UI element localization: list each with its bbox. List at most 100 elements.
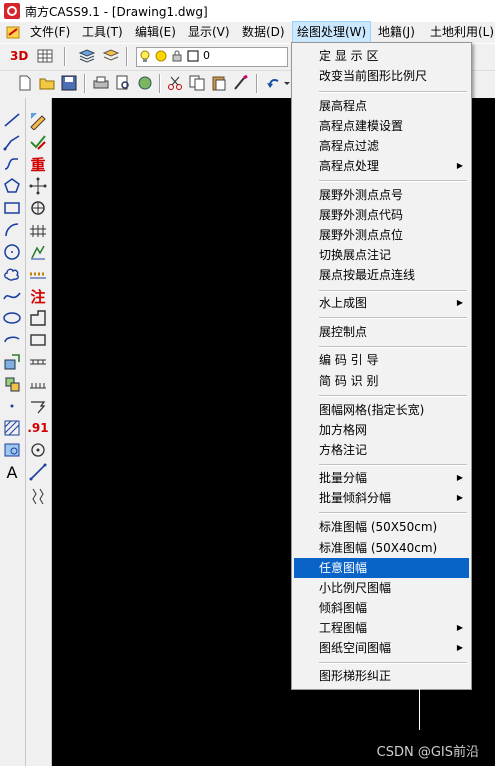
hatch-tool-icon[interactable] xyxy=(2,418,22,438)
rectangle-tool-icon[interactable] xyxy=(2,198,22,218)
menu-item-code-guide[interactable]: 编 码 引 导 xyxy=(294,350,469,370)
menu-item-standard-sheet-50x40[interactable]: 标准图幅 (50X40cm) xyxy=(294,538,469,558)
save-icon[interactable] xyxy=(60,74,78,92)
menu-item-batch-sheets[interactable]: 批量分幅 ▶ xyxy=(294,468,469,488)
menu-item-plot-point-numbers[interactable]: 展野外测点点号 xyxy=(294,185,469,205)
menu-item-elevation-model-settings[interactable]: 高程点建模设置 xyxy=(294,116,469,136)
annotation-label-button[interactable]: 注 xyxy=(28,286,48,306)
match-properties-icon[interactable] xyxy=(232,74,250,92)
line-tool-icon[interactable] xyxy=(2,110,22,130)
slope-line-icon[interactable] xyxy=(28,462,48,482)
open-folder-icon[interactable] xyxy=(38,74,56,92)
menu-separator xyxy=(319,91,467,93)
polygon-tool-icon[interactable] xyxy=(2,176,22,196)
sun-icon xyxy=(155,50,167,62)
publish-icon[interactable] xyxy=(136,74,154,92)
revcloud-tool-icon[interactable] xyxy=(2,264,22,284)
submenu-arrow-icon: ▶ xyxy=(456,643,463,652)
grid-icon[interactable] xyxy=(36,47,54,65)
layer-select[interactable]: 0 xyxy=(136,47,288,67)
spline-tool-icon[interactable] xyxy=(2,154,22,174)
layer-name: 0 xyxy=(203,49,210,62)
new-file-icon[interactable] xyxy=(16,74,34,92)
menu-item-plot-point-positions[interactable]: 展野外测点点位 xyxy=(294,225,469,245)
survey-target-icon[interactable] xyxy=(28,198,48,218)
building-outline-icon[interactable] xyxy=(28,308,48,328)
menu-item-plot-point-codes[interactable]: 展野外测点代码 xyxy=(294,205,469,225)
menu-land-use[interactable]: 土地利用(L) xyxy=(426,22,495,42)
menu-edit[interactable]: 编辑(E) xyxy=(131,22,180,42)
cad-document-icon[interactable] xyxy=(6,24,22,40)
curve-tool-icon[interactable] xyxy=(2,286,22,306)
print-preview-icon[interactable] xyxy=(114,74,132,92)
menu-item-small-scale-sheet[interactable]: 小比例尺图幅 xyxy=(294,578,469,598)
menu-data[interactable]: 数据(D) xyxy=(238,22,289,42)
comb-line-icon[interactable] xyxy=(28,374,48,394)
pencil-ruler-icon[interactable] xyxy=(28,110,48,130)
make-block-icon[interactable] xyxy=(2,374,22,394)
menu-item-batch-tilted-sheets[interactable]: 批量倾斜分幅 ▶ xyxy=(294,488,469,508)
layers-icon[interactable] xyxy=(78,47,96,65)
menu-item-shortcode-recognition[interactable]: 简 码 识 别 xyxy=(294,371,469,391)
menu-drawing-process[interactable]: 绘图处理(W) xyxy=(292,21,372,43)
menu-item-change-scale[interactable]: 改变当前图形比例尺 xyxy=(294,66,469,86)
menu-item-grid-annotation[interactable]: 方格注记 xyxy=(294,440,469,460)
menu-item-trapezoid-correction[interactable]: 图形梯形纠正 xyxy=(294,666,469,686)
node-grid-icon[interactable] xyxy=(28,176,48,196)
menu-separator xyxy=(319,464,467,466)
point-tool-icon[interactable] xyxy=(2,396,22,416)
undo-icon[interactable] xyxy=(264,74,282,92)
menu-cadastre[interactable]: 地籍(J) xyxy=(374,22,419,42)
fence-icon[interactable] xyxy=(28,220,48,240)
checkmark-edit-icon[interactable] xyxy=(28,132,48,152)
menu-separator xyxy=(319,395,467,397)
elevation-point-icon[interactable] xyxy=(28,242,48,262)
3d-view-button[interactable]: 3D xyxy=(10,47,32,65)
insert-block-icon[interactable] xyxy=(2,352,22,372)
wall-line-icon[interactable] xyxy=(28,352,48,372)
print-icon[interactable] xyxy=(92,74,110,92)
menu-separator xyxy=(319,512,467,514)
menu-item-elevation-processing[interactable]: 高程点处理 ▶ xyxy=(294,156,469,176)
polyline-tool-icon[interactable] xyxy=(2,132,22,152)
menu-item-arbitrary-sheet[interactable]: 任意图幅 xyxy=(294,558,469,578)
cut-icon[interactable] xyxy=(166,74,184,92)
menu-tools[interactable]: 工具(T) xyxy=(78,22,127,42)
menu-item-add-grid[interactable]: 加方格网 xyxy=(294,420,469,440)
menu-item-plot-elevation-points[interactable]: 展高程点 xyxy=(294,96,469,116)
menu-separator xyxy=(319,346,467,348)
text-tool-button[interactable]: A xyxy=(2,462,22,482)
menu-view[interactable]: 显示(V) xyxy=(184,22,234,42)
copy-icon[interactable] xyxy=(188,74,206,92)
undo-dropdown-icon[interactable] xyxy=(283,74,291,92)
ellipse-tool-icon[interactable] xyxy=(2,308,22,328)
menu-separator xyxy=(319,317,467,319)
menu-item-sheet-grid[interactable]: 图幅网格(指定长宽) xyxy=(294,400,469,420)
left-cass-toolbar: 重 注 .91 xyxy=(26,98,52,766)
house-rectangle-icon[interactable] xyxy=(28,330,48,350)
menu-item-plot-control-points[interactable]: 展控制点 xyxy=(294,322,469,342)
decimal-point-button[interactable]: .91 xyxy=(27,418,48,438)
edge-line-icon[interactable] xyxy=(28,396,48,416)
control-point-icon[interactable] xyxy=(28,440,48,460)
dashed-line-icon[interactable] xyxy=(28,264,48,284)
menu-file[interactable]: 文件(F) xyxy=(26,22,74,42)
menu-item-connect-nearest-points[interactable]: 展点按最近点连线 xyxy=(294,265,469,285)
menu-item-elevation-filter[interactable]: 高程点过滤 xyxy=(294,136,469,156)
paste-icon[interactable] xyxy=(210,74,228,92)
bracket-line-icon[interactable] xyxy=(28,486,48,506)
menu-item-standard-sheet-50x50[interactable]: 标准图幅 (50X50cm) xyxy=(294,517,469,537)
menu-item-engineering-sheet[interactable]: 工程图幅 ▶ xyxy=(294,618,469,638)
layer-states-icon[interactable] xyxy=(102,47,120,65)
circle-tool-icon[interactable] xyxy=(2,242,22,262)
menu-item-paper-space-sheet[interactable]: 图纸空间图幅 ▶ xyxy=(294,638,469,658)
menu-item-tilted-sheet[interactable]: 倾斜图幅 xyxy=(294,598,469,618)
arc-tool-icon[interactable] xyxy=(2,220,22,240)
menu-item-set-display-area[interactable]: 定 显 示 区 xyxy=(294,46,469,66)
redo-label-button[interactable]: 重 xyxy=(28,154,48,174)
menu-item-toggle-point-labels[interactable]: 切换展点注记 xyxy=(294,245,469,265)
ellipse-arc-tool-icon[interactable] xyxy=(2,330,22,350)
menu-separator xyxy=(319,662,467,664)
region-tool-icon[interactable] xyxy=(2,440,22,460)
menu-item-hydrographic-mapping[interactable]: 水上成图 ▶ xyxy=(294,293,469,313)
